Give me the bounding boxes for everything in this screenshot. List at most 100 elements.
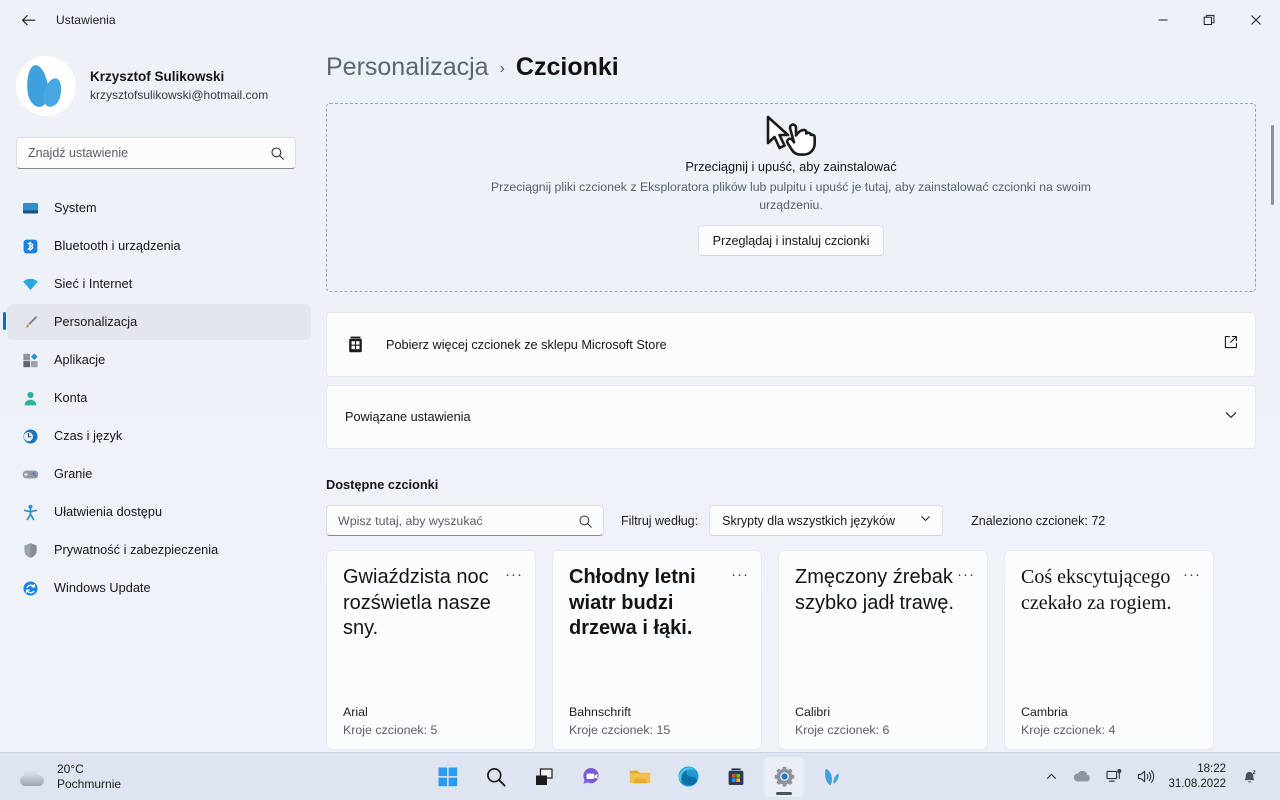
font-name: Calibri [795, 705, 831, 719]
volume-tray-button[interactable] [1130, 757, 1162, 797]
network-icon [1106, 769, 1122, 782]
settings-button[interactable] [764, 756, 804, 797]
font-card-overflow-button[interactable]: ··· [957, 567, 975, 582]
breadcrumb-separator: › [499, 60, 505, 77]
clock-date: 31.08.2022 [1168, 777, 1226, 790]
app-button[interactable] [812, 757, 852, 797]
sidebar-item-network[interactable]: Sieć i Internet [7, 266, 311, 302]
minimize-button[interactable] [1140, 0, 1186, 40]
sidebar-item-label: Bluetooth i urządzenia [54, 239, 181, 253]
file-explorer-button[interactable] [620, 757, 660, 797]
back-arrow-icon [21, 14, 35, 25]
notifications-button[interactable]: z [1234, 757, 1266, 797]
settings-search[interactable] [16, 137, 296, 169]
filter-dropdown[interactable]: Skrypty dla wszystkich języków [709, 505, 944, 536]
account-name: Krzysztof Sulikowski [90, 69, 225, 84]
clock-globe-icon [22, 428, 39, 445]
font-name: Cambria [1021, 705, 1068, 719]
account-block[interactable]: Krzysztof Sulikowski krzysztofsulikowski… [16, 56, 320, 116]
person-icon [22, 390, 39, 407]
maximize-button[interactable] [1186, 0, 1232, 40]
window-title: Ustawienia [56, 13, 116, 27]
settings-window: Ustawienia Krzysztof Sulikowski krzyszto… [0, 0, 1280, 800]
windows-logo-icon [438, 767, 458, 786]
font-name: Bahnschrift [569, 705, 631, 719]
browse-install-fonts-button[interactable]: Przeglądaj i instaluj czcionki [697, 225, 885, 256]
onedrive-tray-button[interactable] [1065, 757, 1099, 797]
font-card-overflow-button[interactable]: ··· [505, 567, 523, 582]
sidebar-item-label: System [54, 201, 97, 215]
filter-label: Filtruj według: [621, 513, 699, 528]
sidebar-item-privacy[interactable]: Prywatność i zabezpieczenia [7, 532, 311, 568]
sidebar-item-bluetooth[interactable]: Bluetooth i urządzenia [7, 228, 311, 264]
search-icon [270, 146, 285, 166]
vertical-scrollbar[interactable] [1271, 125, 1274, 205]
font-drop-zone[interactable]: Przeciągnij i upuść, aby zainstalować Pr… [326, 103, 1256, 292]
font-card-overflow-button[interactable]: ··· [1183, 567, 1201, 582]
weather-temperature: 20°C [57, 761, 84, 776]
weather-widget[interactable]: 20°C Pochmurnie [18, 762, 121, 792]
sidebar-item-gaming[interactable]: Granie [7, 456, 311, 492]
sidebar-item-apps[interactable]: Aplikacje [7, 342, 311, 378]
gear-icon [774, 766, 794, 787]
task-view-icon [536, 767, 553, 785]
sidebar-item-accounts[interactable]: Konta [7, 380, 311, 416]
task-view-button[interactable] [524, 757, 564, 797]
edge-button[interactable] [668, 757, 708, 797]
font-search-input[interactable] [338, 513, 568, 528]
weather-condition: Pochmurnie [57, 776, 122, 791]
sidebar: Krzysztof Sulikowski krzysztofsulikowski… [0, 40, 320, 752]
font-card[interactable]: Zmęczony źrebak szybko jadł trawę. ··· C… [778, 550, 988, 750]
sidebar-item-label: Granie [54, 467, 93, 481]
store-button[interactable] [716, 757, 756, 797]
search-button[interactable] [476, 757, 516, 797]
account-email: krzysztofsulikowski@hotmail.com [90, 88, 269, 102]
taskbar: 20°C Pochmurnie 18:22 31.08.2022 z [0, 752, 1280, 800]
system-tray: 18:22 31.08.2022 z [1038, 757, 1270, 797]
edge-icon [678, 766, 698, 787]
font-card[interactable]: Chłodny letni wiatr budzi drzewa i łąki.… [552, 550, 762, 750]
external-link-icon[interactable] [1223, 334, 1239, 355]
related-settings-card[interactable]: Powiązane ustawienia [326, 385, 1256, 449]
sidebar-item-personalization[interactable]: Personalizacja [3, 304, 311, 340]
bluetooth-icon [22, 238, 39, 255]
speaker-icon [1138, 770, 1155, 783]
content-area: Personalizacja › Czcionki Przeciągnij i … [320, 40, 1280, 752]
clock-time: 18:22 [1197, 762, 1226, 775]
avatar [16, 56, 76, 116]
leaf-logo-icon [825, 768, 839, 785]
sidebar-item-accessibility[interactable]: Ułatwienia dostępu [7, 494, 311, 530]
start-button[interactable] [428, 757, 468, 797]
font-search-box[interactable] [326, 505, 604, 536]
search-icon [578, 514, 593, 534]
search-icon [487, 767, 506, 787]
clock[interactable]: 18:22 31.08.2022 [1162, 762, 1234, 792]
font-faces-count: Kroje czcionek: 15 [569, 723, 671, 737]
chevron-up-icon [1047, 773, 1057, 779]
chevron-down-icon[interactable] [1223, 407, 1239, 428]
chat-button[interactable] [572, 757, 612, 797]
font-sample-text: Zmęczony źrebak szybko jadł trawę. [795, 566, 954, 614]
search-input[interactable] [28, 146, 266, 160]
breadcrumb-parent[interactable]: Personalizacja [326, 53, 489, 82]
close-button[interactable] [1232, 0, 1280, 40]
tray-overflow-button[interactable] [1038, 757, 1065, 797]
sidebar-item-time-language[interactable]: Czas i język [7, 418, 311, 454]
microsoft-store-icon [341, 334, 369, 355]
title-bar: Ustawienia [0, 0, 1280, 40]
font-card[interactable]: Coś ekscytującego czekało za rogiem. ···… [1004, 550, 1214, 750]
chat-icon [583, 767, 599, 784]
sidebar-nav: System Bluetooth i urządzenia Sieć i Int… [0, 190, 320, 606]
sidebar-item-windows-update[interactable]: Windows Update [7, 570, 311, 606]
back-button[interactable] [8, 4, 48, 36]
font-card[interactable]: Gwiaździsta noc rozświetla nasze sny. ··… [326, 550, 536, 750]
cloud-icon [1074, 770, 1091, 782]
fonts-controls: Filtruj według: Skrypty dla wszystkich j… [326, 505, 1280, 536]
fonts-found-count: Znaleziono czcionek: 72 [971, 513, 1106, 528]
font-faces-count: Kroje czcionek: 6 [795, 723, 890, 737]
network-tray-button[interactable] [1099, 757, 1130, 797]
store-fonts-card[interactable]: Pobierz więcej czcionek ze sklepu Micros… [326, 312, 1256, 377]
font-card-overflow-button[interactable]: ··· [731, 567, 749, 582]
related-settings-label: Powiązane ustawienia [345, 410, 471, 424]
sidebar-item-system[interactable]: System [7, 190, 311, 226]
